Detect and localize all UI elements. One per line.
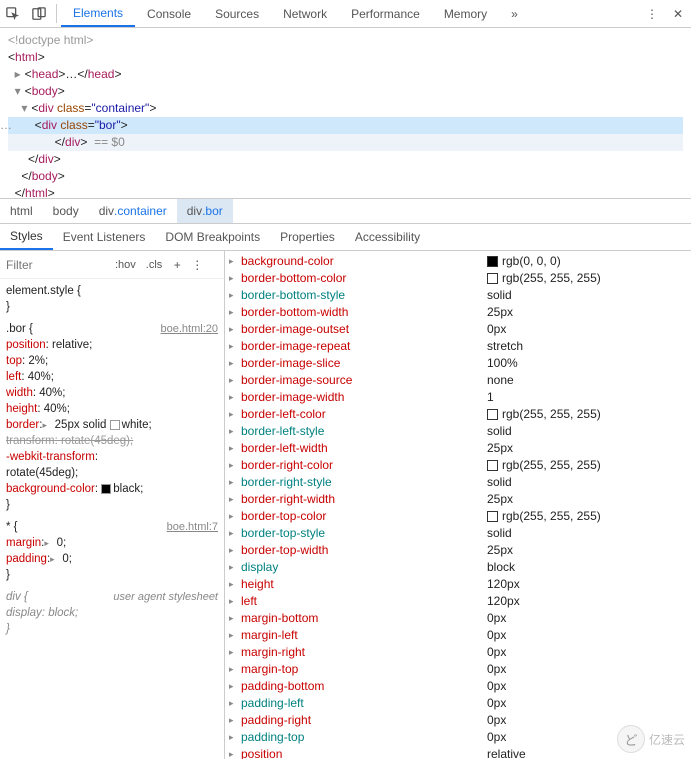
computed-row[interactable]: ▸border-left-colorrgb(255, 255, 255) <box>225 406 691 423</box>
settings-icon[interactable]: ⋮ <box>639 7 665 21</box>
computed-row[interactable]: ▸height120px <box>225 576 691 593</box>
subtab-dombreakpoints[interactable]: DOM Breakpoints <box>155 224 270 250</box>
tab-console[interactable]: Console <box>135 0 203 27</box>
sidebar-tabs: Styles Event Listeners DOM Breakpoints P… <box>0 223 691 251</box>
computed-row[interactable]: ▸border-image-slice100% <box>225 355 691 372</box>
hov-toggle[interactable]: :hov <box>110 259 141 271</box>
watermark-icon: ど <box>617 725 645 753</box>
computed-row[interactable]: ▸margin-top0px <box>225 661 691 678</box>
subtab-eventlisteners[interactable]: Event Listeners <box>53 224 156 250</box>
computed-row[interactable]: ▸border-bottom-colorrgb(255, 255, 255) <box>225 270 691 287</box>
doctype-node[interactable]: <!doctype html> <box>8 33 93 47</box>
computed-row[interactable]: ▸margin-bottom0px <box>225 610 691 627</box>
rule-element-style[interactable]: element.style { } <box>6 283 218 315</box>
tab-elements[interactable]: Elements <box>61 0 135 27</box>
styles-pane: :hov .cls + ⋮ element.style { } boe.html… <box>0 251 225 759</box>
subtab-accessibility[interactable]: Accessibility <box>345 224 430 250</box>
watermark: ど 亿速云 <box>617 725 685 753</box>
computed-row[interactable]: ▸displayblock <box>225 559 691 576</box>
computed-row[interactable]: ▸border-top-colorrgb(255, 255, 255) <box>225 508 691 525</box>
crumb-bor[interactable]: div.bor <box>177 199 233 223</box>
color-swatch[interactable] <box>487 460 498 471</box>
computed-row[interactable]: ▸border-image-width1 <box>225 389 691 406</box>
computed-row[interactable]: ▸left120px <box>225 593 691 610</box>
computed-row[interactable]: ▸border-right-stylesolid <box>225 474 691 491</box>
breadcrumb: html body div.container div.bor <box>0 198 691 223</box>
subtab-properties[interactable]: Properties <box>270 224 345 250</box>
computed-row[interactable]: ▸border-top-width25px <box>225 542 691 559</box>
computed-row[interactable]: ▸background-colorrgb(0, 0, 0) <box>225 253 691 270</box>
ua-label: user agent stylesheet <box>113 589 218 605</box>
computed-row[interactable]: ▸border-top-stylesolid <box>225 525 691 542</box>
source-link[interactable]: boe.html:7 <box>167 519 218 535</box>
computed-row[interactable]: ▸border-bottom-width25px <box>225 304 691 321</box>
computed-row[interactable]: ▸margin-right0px <box>225 644 691 661</box>
color-swatch-black[interactable] <box>101 484 111 494</box>
computed-row[interactable]: ▸border-bottom-stylesolid <box>225 287 691 304</box>
new-rule-icon[interactable]: + <box>167 258 187 272</box>
computed-row[interactable]: ▸border-left-stylesolid <box>225 423 691 440</box>
rule-ua-div[interactable]: user agent stylesheet div { display: blo… <box>6 589 218 637</box>
computed-row[interactable]: ▸padding-bottom0px <box>225 678 691 695</box>
crumb-body[interactable]: body <box>43 199 89 223</box>
color-swatch-white[interactable] <box>110 420 120 430</box>
computed-row[interactable]: ▸border-right-colorrgb(255, 255, 255) <box>225 457 691 474</box>
source-link[interactable]: boe.html:20 <box>161 321 218 337</box>
more-tabs-icon[interactable]: » <box>499 0 530 27</box>
more-icon[interactable]: ⋮ <box>187 258 207 272</box>
computed-row[interactable]: ▸border-image-repeatstretch <box>225 338 691 355</box>
devtools-toolbar: Elements Console Sources Network Perform… <box>0 0 691 28</box>
tab-performance[interactable]: Performance <box>339 0 432 27</box>
crumb-html[interactable]: html <box>0 199 43 223</box>
tab-network[interactable]: Network <box>271 0 339 27</box>
rule-star[interactable]: boe.html:7 * { margin:▸ 0; padding:▸ 0; … <box>6 519 218 583</box>
crumb-container[interactable]: div.container <box>89 199 177 223</box>
color-swatch[interactable] <box>487 409 498 420</box>
computed-row[interactable]: ▸border-image-outset0px <box>225 321 691 338</box>
close-icon[interactable]: ✕ <box>665 7 691 21</box>
computed-pane: ▸background-colorrgb(0, 0, 0)▸border-bot… <box>225 251 691 759</box>
filter-input[interactable] <box>0 254 110 276</box>
tab-memory[interactable]: Memory <box>432 0 499 27</box>
panel-tabs: Elements Console Sources Network Perform… <box>61 0 639 27</box>
inspect-icon[interactable] <box>0 0 26 27</box>
subtab-styles[interactable]: Styles <box>0 224 53 250</box>
computed-row[interactable]: ▸margin-left0px <box>225 627 691 644</box>
tab-sources[interactable]: Sources <box>203 0 271 27</box>
dom-tree[interactable]: <!doctype html> <html> ▸<head>…</head> ▾… <box>0 28 691 198</box>
computed-row[interactable]: ▸border-right-width25px <box>225 491 691 508</box>
computed-row[interactable]: ▸border-left-width25px <box>225 440 691 457</box>
device-toggle-icon[interactable] <box>26 0 52 27</box>
computed-row[interactable]: ▸padding-left0px <box>225 695 691 712</box>
rule-bor[interactable]: boe.html:20 .bor { position: relative; t… <box>6 321 218 513</box>
color-swatch[interactable] <box>487 511 498 522</box>
cls-toggle[interactable]: .cls <box>141 259 168 271</box>
computed-row[interactable]: ▸border-image-sourcenone <box>225 372 691 389</box>
color-swatch[interactable] <box>487 273 498 284</box>
color-swatch[interactable] <box>487 256 498 267</box>
